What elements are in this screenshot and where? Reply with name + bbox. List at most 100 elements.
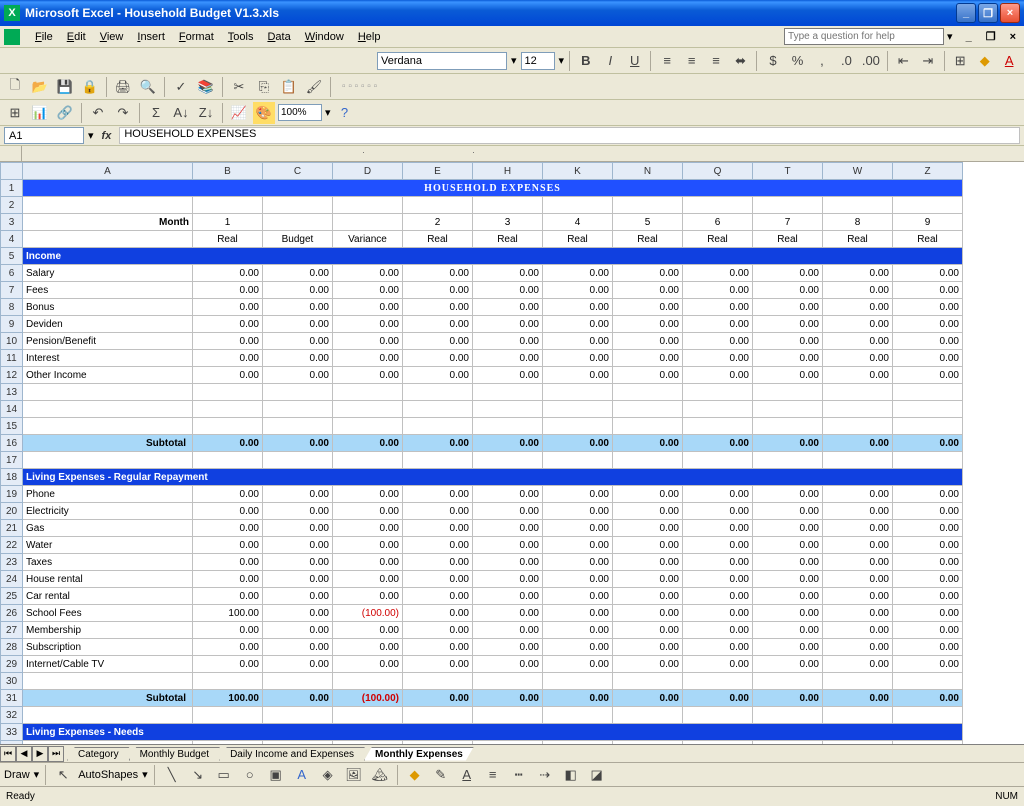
cell[interactable]: 0.00 xyxy=(333,486,403,503)
cell[interactable]: 0.00 xyxy=(263,639,333,656)
cell[interactable] xyxy=(753,452,823,469)
line-button[interactable]: ╲ xyxy=(161,764,183,786)
cell[interactable]: 100.00 xyxy=(193,690,263,707)
cell[interactable]: 0.00 xyxy=(193,282,263,299)
cell[interactable] xyxy=(543,384,613,401)
cell[interactable]: 0.00 xyxy=(263,333,333,350)
drawing-button[interactable]: 🎨 xyxy=(253,102,275,124)
cell[interactable]: Real xyxy=(893,231,963,248)
cell[interactable] xyxy=(753,401,823,418)
cell[interactable]: 0.00 xyxy=(333,333,403,350)
cell[interactable]: 0.00 xyxy=(263,520,333,537)
row-header-26[interactable]: 26 xyxy=(1,605,23,622)
line-style-button[interactable]: ≡ xyxy=(482,764,504,786)
cell[interactable]: 0.00 xyxy=(263,486,333,503)
row-header-23[interactable]: 23 xyxy=(1,554,23,571)
cell[interactable]: 0.00 xyxy=(543,622,613,639)
cell[interactable]: 0.00 xyxy=(543,639,613,656)
row-header-4[interactable]: 4 xyxy=(1,231,23,248)
chart-icon[interactable]: 📊 xyxy=(29,102,51,124)
cell[interactable] xyxy=(823,418,893,435)
cell[interactable]: 0.00 xyxy=(473,605,543,622)
cell[interactable] xyxy=(683,418,753,435)
cell[interactable]: 0.00 xyxy=(473,316,543,333)
cell[interactable]: Real xyxy=(403,231,473,248)
cell[interactable]: 0.00 xyxy=(753,554,823,571)
increase-decimal-button[interactable]: .0 xyxy=(836,50,857,72)
cell[interactable]: 0.00 xyxy=(893,435,963,452)
zoom-dropdown-icon[interactable]: ▾ xyxy=(325,106,331,119)
select-objects-button[interactable]: ↖ xyxy=(52,764,74,786)
cell[interactable]: 0.00 xyxy=(613,537,683,554)
cell[interactable]: 0.00 xyxy=(263,537,333,554)
oval-button[interactable]: ○ xyxy=(239,764,261,786)
cell[interactable] xyxy=(753,418,823,435)
cell[interactable] xyxy=(473,401,543,418)
cell[interactable] xyxy=(403,401,473,418)
borders-button[interactable]: ⊞ xyxy=(949,50,970,72)
cell[interactable]: 0.00 xyxy=(683,690,753,707)
row-header-14[interactable]: 14 xyxy=(1,401,23,418)
cell[interactable]: 0.00 xyxy=(473,333,543,350)
cell[interactable] xyxy=(403,452,473,469)
cell[interactable]: Variance xyxy=(333,231,403,248)
cell[interactable]: 0.00 xyxy=(473,435,543,452)
cell[interactable] xyxy=(893,401,963,418)
wordart-button[interactable]: A xyxy=(291,764,313,786)
fill-color-button[interactable]: ◆ xyxy=(974,50,995,72)
cell[interactable]: 0.00 xyxy=(333,571,403,588)
cell[interactable]: House rental xyxy=(23,571,193,588)
cell[interactable] xyxy=(333,418,403,435)
cell[interactable]: 0.00 xyxy=(893,588,963,605)
cell[interactable] xyxy=(403,418,473,435)
cell[interactable]: 0.00 xyxy=(543,656,613,673)
cell[interactable] xyxy=(823,197,893,214)
cell[interactable] xyxy=(23,452,193,469)
cell[interactable]: 0.00 xyxy=(473,299,543,316)
cell[interactable] xyxy=(543,418,613,435)
cell[interactable]: 0.00 xyxy=(543,554,613,571)
cell[interactable]: 0.00 xyxy=(683,554,753,571)
cell[interactable]: 0.00 xyxy=(473,503,543,520)
cell[interactable]: 0.00 xyxy=(893,520,963,537)
cell[interactable]: 0.00 xyxy=(613,333,683,350)
cell[interactable]: 0.00 xyxy=(893,690,963,707)
cell[interactable]: Electricity xyxy=(23,503,193,520)
cell[interactable]: 0.00 xyxy=(683,435,753,452)
cell[interactable]: 0.00 xyxy=(613,265,683,282)
cell[interactable]: Income xyxy=(23,248,963,265)
cell[interactable]: 0.00 xyxy=(893,282,963,299)
doc-restore-button[interactable]: ❐ xyxy=(982,30,1000,43)
cell[interactable]: 0.00 xyxy=(333,350,403,367)
cell[interactable] xyxy=(613,401,683,418)
cell[interactable] xyxy=(23,401,193,418)
cell[interactable]: 0.00 xyxy=(403,639,473,656)
cell[interactable]: 0.00 xyxy=(753,537,823,554)
cell[interactable]: 0.00 xyxy=(613,588,683,605)
cell[interactable]: 0.00 xyxy=(403,435,473,452)
cell[interactable] xyxy=(613,384,683,401)
undo-button[interactable]: ↶ xyxy=(87,102,109,124)
cell[interactable]: 0.00 xyxy=(473,486,543,503)
cell[interactable]: Internet/Cable TV xyxy=(23,656,193,673)
cell[interactable]: 0.00 xyxy=(753,622,823,639)
zoom-input[interactable] xyxy=(278,104,322,121)
cell[interactable]: 0.00 xyxy=(543,741,613,745)
cell[interactable]: 0.00 xyxy=(193,554,263,571)
cell[interactable]: 0.00 xyxy=(753,350,823,367)
cell[interactable]: 0.00 xyxy=(823,741,893,745)
cell[interactable]: 0.00 xyxy=(263,435,333,452)
row-header-28[interactable]: 28 xyxy=(1,639,23,656)
col-header-W[interactable]: W xyxy=(823,163,893,180)
cell[interactable]: 0.00 xyxy=(193,299,263,316)
cell[interactable]: 0.00 xyxy=(473,588,543,605)
row-header-31[interactable]: 31 xyxy=(1,690,23,707)
cell[interactable]: Real xyxy=(613,231,683,248)
cell[interactable] xyxy=(893,384,963,401)
cell[interactable] xyxy=(333,384,403,401)
cell[interactable] xyxy=(613,673,683,690)
cell[interactable] xyxy=(823,452,893,469)
cell[interactable]: 0.00 xyxy=(613,316,683,333)
row-header-19[interactable]: 19 xyxy=(1,486,23,503)
cell[interactable]: Bonus xyxy=(23,299,193,316)
